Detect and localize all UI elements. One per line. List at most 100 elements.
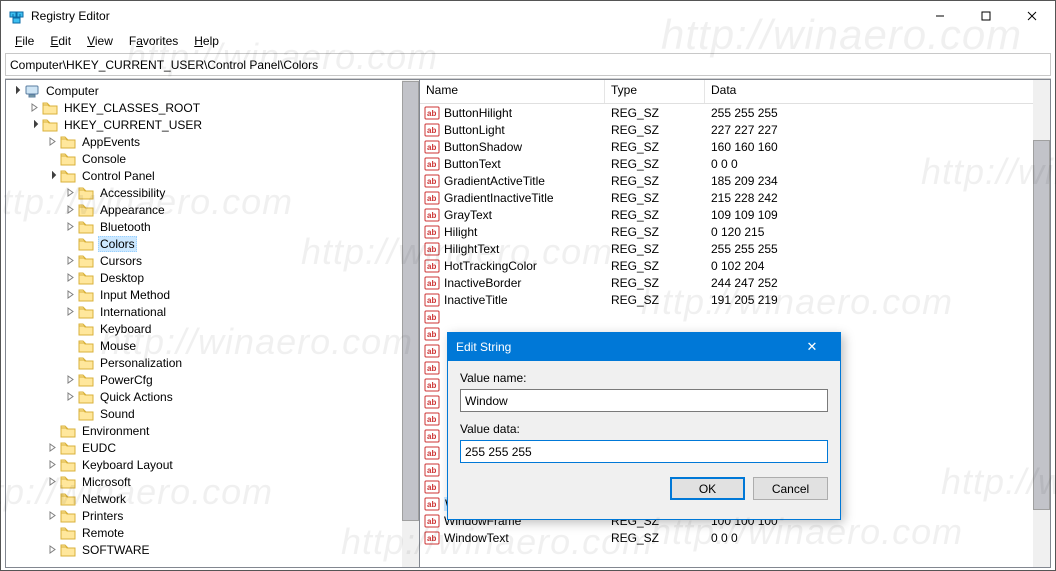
expand-icon[interactable] <box>64 289 76 301</box>
col-header-name[interactable]: Name <box>420 80 605 103</box>
expand-icon[interactable] <box>64 221 76 233</box>
col-header-data[interactable]: Data <box>705 80 1050 103</box>
menu-favorites[interactable]: Favorites <box>121 33 186 49</box>
expand-icon[interactable] <box>64 374 76 386</box>
expand-icon[interactable] <box>10 85 22 97</box>
address-bar[interactable]: Computer\HKEY_CURRENT_USER\Control Panel… <box>5 53 1051 76</box>
menu-edit[interactable]: Edit <box>42 33 79 49</box>
tree-item-personalization[interactable]: Personalization <box>6 354 419 371</box>
expand-icon[interactable] <box>46 510 58 522</box>
dialog-close-button[interactable]: ✕ <box>792 339 832 355</box>
expand-icon[interactable] <box>46 459 58 471</box>
expand-icon[interactable] <box>46 170 58 182</box>
expand-icon[interactable] <box>64 357 76 369</box>
tree-scrollbar[interactable] <box>402 80 419 567</box>
tree-item-keyboard-layout[interactable]: Keyboard Layout <box>6 456 419 473</box>
tree-item-hkey-current-user[interactable]: HKEY_CURRENT_USER <box>6 116 419 133</box>
folder-icon <box>78 254 94 268</box>
expand-icon[interactable] <box>46 442 58 454</box>
tree-label: Keyboard Layout <box>80 458 175 472</box>
tree-item-control-panel[interactable]: Control Panel <box>6 167 419 184</box>
list-row[interactable]: abGrayTextREG_SZ109 109 109 <box>420 206 1050 223</box>
list-row[interactable]: abGradientInactiveTitleREG_SZ215 228 242 <box>420 189 1050 206</box>
value-name: InactiveTitle <box>444 293 508 307</box>
address-text: Computer\HKEY_CURRENT_USER\Control Panel… <box>10 58 318 72</box>
tree-label: PowerCfg <box>98 373 155 387</box>
value-data: 0 0 0 <box>705 157 1050 171</box>
expand-icon[interactable] <box>64 306 76 318</box>
maximize-button[interactable] <box>963 1 1009 31</box>
tree-item-microsoft[interactable]: Microsoft <box>6 473 419 490</box>
tree-item-powercfg[interactable]: PowerCfg <box>6 371 419 388</box>
minimize-button[interactable] <box>917 1 963 31</box>
expand-icon[interactable] <box>64 340 76 352</box>
list-row[interactable]: abButtonLightREG_SZ227 227 227 <box>420 121 1050 138</box>
expand-icon[interactable] <box>46 136 58 148</box>
close-button[interactable] <box>1009 1 1055 31</box>
list-row[interactable]: abGradientActiveTitleREG_SZ185 209 234 <box>420 172 1050 189</box>
tree-item-environment[interactable]: Environment <box>6 422 419 439</box>
expand-icon[interactable] <box>64 323 76 335</box>
expand-icon[interactable] <box>64 272 76 284</box>
value-name-input[interactable] <box>460 389 828 412</box>
tree-item-quick-actions[interactable]: Quick Actions <box>6 388 419 405</box>
list-row[interactable]: abWindowTextREG_SZ0 0 0 <box>420 529 1050 546</box>
value-data: 191 205 219 <box>705 293 1050 307</box>
list-row[interactable]: abButtonTextREG_SZ0 0 0 <box>420 155 1050 172</box>
tree-item-desktop[interactable]: Desktop <box>6 269 419 286</box>
tree-item-console[interactable]: Console <box>6 150 419 167</box>
cancel-button[interactable]: Cancel <box>753 477 828 500</box>
menu-file[interactable]: File <box>7 33 42 49</box>
menu-view[interactable]: View <box>79 33 121 49</box>
svg-text:ab: ab <box>427 500 436 509</box>
expand-icon[interactable] <box>64 255 76 267</box>
tree-item-network[interactable]: Network <box>6 490 419 507</box>
list-row[interactable]: abButtonShadowREG_SZ160 160 160 <box>420 138 1050 155</box>
tree-item-printers[interactable]: Printers <box>6 507 419 524</box>
expand-icon[interactable] <box>28 102 40 114</box>
tree-item-input-method[interactable]: Input Method <box>6 286 419 303</box>
tree-item-mouse[interactable]: Mouse <box>6 337 419 354</box>
list-row[interactable]: abHilightTextREG_SZ255 255 255 <box>420 240 1050 257</box>
expand-icon[interactable] <box>64 391 76 403</box>
expand-icon[interactable] <box>64 408 76 420</box>
dialog-titlebar[interactable]: Edit String ✕ <box>448 333 840 361</box>
list-row[interactable]: abHilightREG_SZ0 120 215 <box>420 223 1050 240</box>
expand-icon[interactable] <box>64 187 76 199</box>
menu-help[interactable]: Help <box>186 33 227 49</box>
expand-icon[interactable] <box>46 544 58 556</box>
list-row[interactable]: ab <box>420 308 1050 325</box>
expand-icon[interactable] <box>64 204 76 216</box>
value-name: WindowText <box>444 531 509 545</box>
tree-item-software[interactable]: SOFTWARE <box>6 541 419 558</box>
expand-icon[interactable] <box>28 119 40 131</box>
expand-icon[interactable] <box>46 153 58 165</box>
tree-item-remote[interactable]: Remote <box>6 524 419 541</box>
expand-icon[interactable] <box>46 527 58 539</box>
tree-item-appevents[interactable]: AppEvents <box>6 133 419 150</box>
tree-item-cursors[interactable]: Cursors <box>6 252 419 269</box>
tree-item-colors[interactable]: Colors <box>6 235 419 252</box>
list-scrollbar[interactable] <box>1033 80 1050 567</box>
expand-icon[interactable] <box>46 425 58 437</box>
tree-item-keyboard[interactable]: Keyboard <box>6 320 419 337</box>
list-row[interactable]: abButtonHilightREG_SZ255 255 255 <box>420 104 1050 121</box>
expand-icon[interactable] <box>46 476 58 488</box>
value-data-input[interactable] <box>460 440 828 463</box>
tree-item-international[interactable]: International <box>6 303 419 320</box>
value-type: REG_SZ <box>605 106 705 120</box>
tree-item-hkey-classes-root[interactable]: HKEY_CLASSES_ROOT <box>6 99 419 116</box>
list-row[interactable]: abInactiveTitleREG_SZ191 205 219 <box>420 291 1050 308</box>
tree-item-accessibility[interactable]: Accessibility <box>6 184 419 201</box>
expand-icon[interactable] <box>46 493 58 505</box>
col-header-type[interactable]: Type <box>605 80 705 103</box>
tree-item-eudc[interactable]: EUDC <box>6 439 419 456</box>
tree-item-appearance[interactable]: Appearance <box>6 201 419 218</box>
ok-button[interactable]: OK <box>670 477 745 500</box>
list-row[interactable]: abInactiveBorderREG_SZ244 247 252 <box>420 274 1050 291</box>
expand-icon[interactable] <box>64 238 76 250</box>
tree-item-computer[interactable]: Computer <box>6 82 419 99</box>
tree-item-sound[interactable]: Sound <box>6 405 419 422</box>
tree-item-bluetooth[interactable]: Bluetooth <box>6 218 419 235</box>
list-row[interactable]: abHotTrackingColorREG_SZ0 102 204 <box>420 257 1050 274</box>
